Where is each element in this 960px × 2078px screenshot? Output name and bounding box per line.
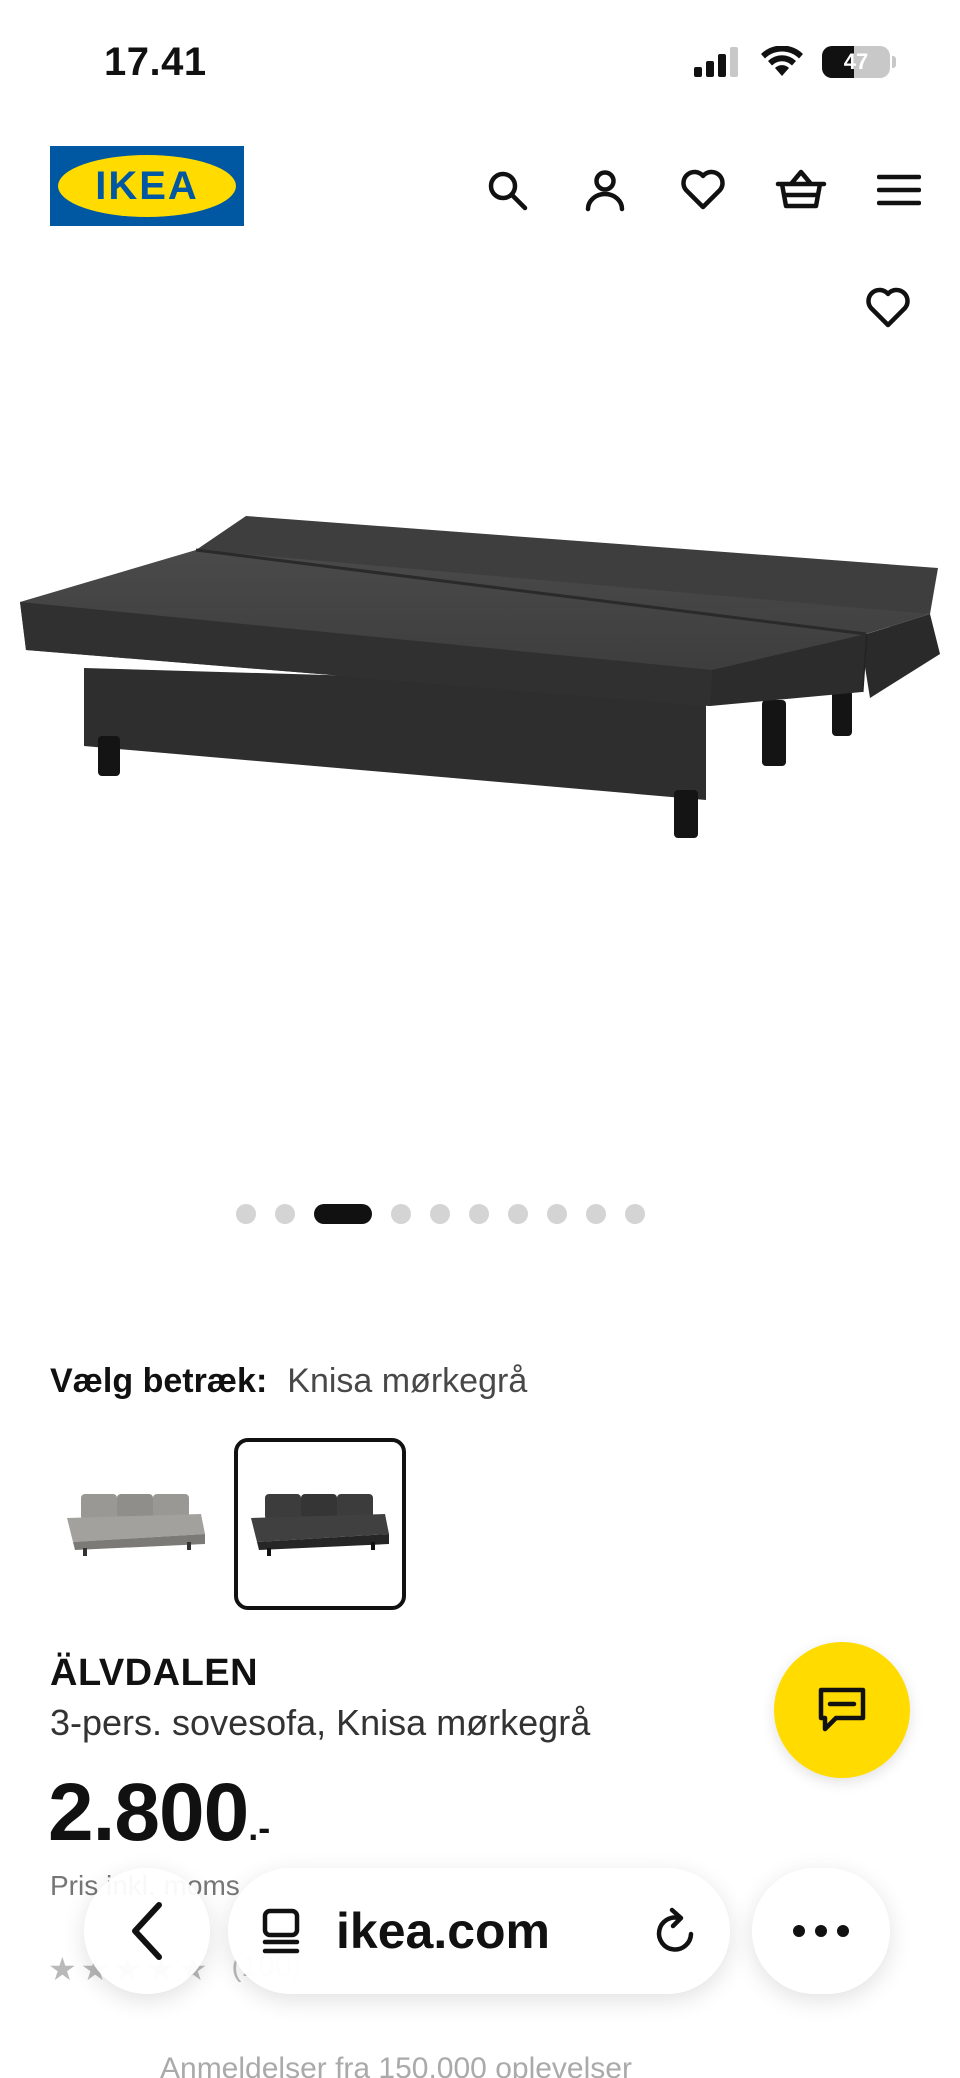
wishlist-button[interactable]: [654, 158, 752, 222]
logo-text: IKEA: [95, 163, 199, 208]
pagination-dot[interactable]: [274, 1204, 295, 1224]
browser-back-button[interactable]: [84, 1868, 210, 1994]
battery-indicator: 47: [822, 46, 890, 78]
search-icon: [488, 171, 528, 211]
price-integer: 2.800: [48, 1767, 249, 1858]
cover-value: Knisa mørkegrå: [287, 1362, 528, 1400]
heart-icon: [866, 287, 910, 328]
basket-icon: [775, 169, 827, 209]
pagination-dot[interactable]: [390, 1204, 411, 1224]
chevron-left-icon: [132, 1902, 162, 1960]
pagination-dot[interactable]: [585, 1204, 606, 1224]
product-name: ÄLVDALEN: [50, 1652, 259, 1694]
pagination-dot[interactable]: [546, 1204, 567, 1224]
ikea-logo[interactable]: IKEA: [50, 146, 244, 226]
reviews-hint: Anmeldelser fra 150.000 oplevelser: [160, 2052, 632, 2078]
battery-level: 47: [843, 49, 869, 74]
product-description: 3-pers. sovesofa, Knisa mørkegrå: [50, 1702, 591, 1743]
header-nav: [458, 158, 960, 222]
account-button[interactable]: [556, 158, 654, 222]
pagination-dot[interactable]: [429, 1204, 450, 1224]
wifi-icon: [761, 46, 803, 76]
reader-icon: [262, 1908, 300, 1954]
dark-grey-sofa-thumbnail: [251, 1494, 389, 1556]
battery-tip: [892, 56, 896, 68]
status-indicators: 47: [692, 46, 896, 78]
cellular-signal-icon: [694, 47, 738, 77]
swatch-dark-grey[interactable]: [234, 1438, 406, 1610]
browser-more-button[interactable]: [752, 1868, 890, 1994]
pagination-dot[interactable]: [507, 1204, 528, 1224]
status-time: 17.41: [104, 40, 207, 84]
cover-label: Vælg betræk:: [50, 1362, 268, 1400]
logo-oval: IKEA: [58, 155, 236, 217]
menu-icon: [877, 174, 921, 206]
product-price: 2.800 .-: [48, 1768, 270, 1858]
browser-address-bar[interactable]: ikea.com: [228, 1868, 730, 1994]
reload-icon[interactable]: [650, 1905, 700, 1957]
status-bar: 17.41 47: [0, 0, 960, 120]
chat-button[interactable]: [774, 1642, 910, 1778]
chat-icon: [818, 1687, 866, 1732]
sofa-bed-image: [20, 516, 940, 838]
light-grey-sofa-thumbnail: [67, 1494, 205, 1556]
pagination-dot[interactable]: [624, 1204, 645, 1224]
swatch-light-grey[interactable]: [50, 1438, 222, 1610]
add-to-wishlist-button[interactable]: [856, 276, 920, 340]
menu-button[interactable]: [850, 158, 948, 222]
more-dot: [793, 1925, 805, 1937]
gallery-pagination: [0, 1204, 920, 1224]
pagination-dot[interactable]: [235, 1204, 256, 1224]
cover-swatches: [50, 1438, 406, 1610]
search-button[interactable]: [458, 158, 556, 222]
pagination-dot-active[interactable]: [313, 1204, 372, 1224]
more-dot: [837, 1925, 849, 1937]
browser-toolbar: ikea.com: [0, 1856, 960, 2006]
pagination-dot[interactable]: [468, 1204, 489, 1224]
product-image[interactable]: [0, 380, 960, 940]
basket-button[interactable]: [752, 158, 850, 222]
more-dot: [815, 1925, 827, 1937]
cover-selector-heading: Vælg betræk: Knisa mørkegrå: [50, 1362, 527, 1401]
account-icon: [585, 170, 625, 212]
site-header: IKEA: [0, 140, 960, 240]
wishlist-icon: [681, 169, 725, 210]
price-suffix: .-: [248, 1807, 271, 1848]
browser-url: ikea.com: [336, 1903, 551, 1959]
